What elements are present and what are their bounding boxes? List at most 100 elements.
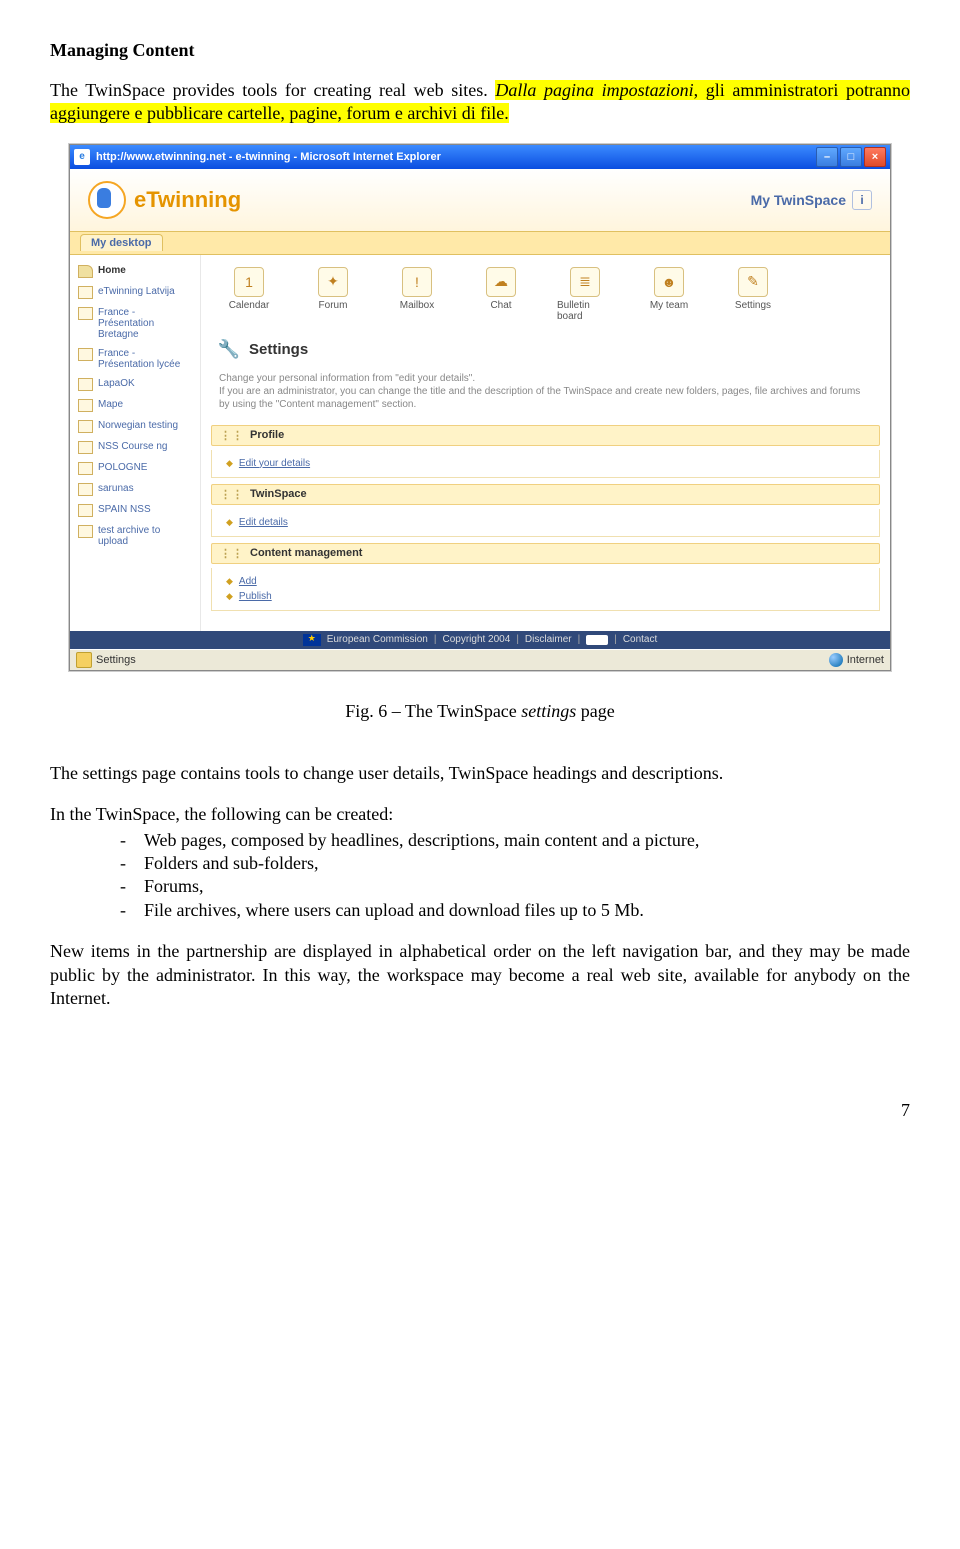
sidebar-item-label: Mape	[98, 399, 123, 410]
caption-prefix: Fig. 6 – The TwinSpace	[345, 701, 521, 721]
section-profile: ⋮⋮Profile	[211, 425, 880, 446]
link-edit-details[interactable]: ◆Edit details	[226, 515, 865, 530]
sidebar-item[interactable]: NSS Course ng	[70, 437, 200, 458]
closing-paragraph: New items in the partnership are display…	[50, 940, 910, 1010]
footer-sep: |	[516, 634, 519, 645]
page-icon	[78, 378, 93, 391]
sidebar-item[interactable]: SPAIN NSS	[70, 500, 200, 521]
sidebar-item-label: France - Présentation lycée	[98, 348, 192, 370]
section-profile-body: ◆ Edit your details	[211, 450, 880, 478]
link-label: Edit your details	[239, 458, 310, 469]
folder-icon	[78, 504, 93, 517]
caption-italic: settings	[521, 701, 576, 721]
file-icon	[78, 525, 93, 538]
desc-line1: Change your personal information from "e…	[219, 373, 475, 384]
sidebar-item[interactable]: test archive to upload	[70, 521, 200, 551]
status-left: Settings	[76, 652, 136, 668]
sidebar-item-label: Home	[98, 265, 126, 276]
sidebar: Home eTwinning Latvija France - Présenta…	[70, 255, 201, 631]
tool-label: Chat	[490, 300, 511, 311]
sidebar-item[interactable]: sarunas	[70, 479, 200, 500]
tool-label: My team	[650, 300, 688, 311]
bullet-item: - Forums,	[120, 875, 910, 898]
sidebar-item-label: test archive to upload	[98, 525, 192, 547]
sidebar-item-label: eTwinning Latvija	[98, 286, 175, 297]
page-number: 7	[50, 1100, 910, 1121]
tool-label: Mailbox	[400, 300, 434, 311]
team-icon: ☻	[654, 267, 684, 297]
tool-calendar[interactable]: 1Calendar	[221, 267, 277, 322]
sidebar-item[interactable]: Mape	[70, 395, 200, 416]
sidebar-item[interactable]: LapaOK	[70, 374, 200, 395]
section-twinspace-body: ◆Edit details	[211, 509, 880, 537]
tool-bulletin-board[interactable]: ≣Bulletin board	[557, 267, 613, 322]
status-zone: Internet	[847, 654, 884, 666]
tool-mailbox[interactable]: ! Mailbox	[389, 267, 445, 322]
sidebar-item[interactable]: POLOGNE	[70, 458, 200, 479]
footer-disclaimer[interactable]: Disclaimer	[525, 634, 572, 645]
bullet-item: - Folders and sub-folders,	[120, 852, 910, 875]
folder-icon	[78, 348, 93, 361]
tool-settings[interactable]: ✎Settings	[725, 267, 781, 322]
folder-icon	[78, 441, 93, 454]
info-icon: i	[852, 190, 872, 210]
sidebar-item-label: SPAIN NSS	[98, 504, 151, 515]
page-footer: European Commission | Copyright 2004 | D…	[70, 631, 890, 649]
tab-my-desktop[interactable]: My desktop	[80, 234, 163, 251]
close-button[interactable]: ×	[864, 147, 886, 167]
banner: eTwinning My TwinSpace i	[70, 169, 890, 232]
tool-chat[interactable]: ☁ Chat	[473, 267, 529, 322]
sidebar-item-label: sarunas	[98, 483, 134, 494]
link-add[interactable]: ◆Add	[226, 574, 865, 589]
main-area: Home eTwinning Latvija France - Présenta…	[70, 255, 890, 631]
section-title: Content management	[250, 547, 362, 559]
maximize-button[interactable]: □	[840, 147, 862, 167]
folder-icon	[78, 399, 93, 412]
footer-logo-icon	[586, 635, 608, 645]
link-label: Add	[239, 576, 257, 587]
window-buttons: – □ ×	[816, 147, 886, 167]
link-label: Edit details	[239, 517, 288, 528]
bullet-icon: ◆	[226, 458, 233, 469]
sidebar-item[interactable]: France - Présentation Bretagne	[70, 303, 200, 344]
drag-handle-icon: ⋮⋮	[220, 488, 244, 501]
tool-label: Forum	[319, 300, 348, 311]
link-label: Publish	[239, 591, 272, 602]
link-edit-your-details[interactable]: ◆ Edit your details	[226, 456, 865, 471]
settings-tool-icon: ✎	[738, 267, 768, 297]
my-twinspace-link[interactable]: My TwinSpace i	[751, 190, 872, 210]
footer-copyright: Copyright 2004	[442, 634, 510, 645]
link-publish[interactable]: ◆Publish	[226, 589, 865, 604]
chat-tool-icon: ☁	[486, 267, 516, 297]
folder-icon	[78, 307, 93, 320]
footer-sep: |	[578, 634, 581, 645]
footer-ec: European Commission	[327, 634, 428, 645]
para1-text-a: The TwinSpace provides tools for creatin…	[50, 80, 495, 100]
bullet-text: Forums,	[144, 876, 204, 896]
sidebar-item-home[interactable]: Home	[70, 261, 200, 282]
settings-heading: 🔧 Settings	[211, 332, 880, 372]
sidebar-item[interactable]: eTwinning Latvija	[70, 282, 200, 303]
sidebar-item[interactable]: Norwegian testing	[70, 416, 200, 437]
tool-my-team[interactable]: ☻ My team	[641, 267, 697, 322]
home-icon	[78, 265, 93, 278]
sidebar-item[interactable]: France - Présentation lycée	[70, 344, 200, 374]
mailbox-icon: !	[402, 267, 432, 297]
tool-forum[interactable]: ✦Forum	[305, 267, 361, 322]
section-title: TwinSpace	[250, 488, 307, 500]
footer-sep: |	[434, 634, 437, 645]
footer-contact[interactable]: Contact	[623, 634, 657, 645]
minimize-button[interactable]: –	[816, 147, 838, 167]
figure-caption: Fig. 6 – The TwinSpace settings page	[50, 701, 910, 722]
my-twinspace-label: My TwinSpace	[751, 192, 846, 208]
section-content-management: ⋮⋮Content management	[211, 543, 880, 564]
section-title: Profile	[250, 429, 284, 441]
tool-row: 1Calendar ✦Forum ! Mailbox ☁ Chat ≣Bulleti…	[211, 263, 880, 332]
sidebar-item-label: Norwegian testing	[98, 420, 178, 431]
top-tabs-bar: My desktop	[70, 232, 890, 255]
status-text: Settings	[96, 654, 136, 666]
logo-icon	[88, 181, 126, 219]
bullet-item: - Web pages, composed by headlines, desc…	[120, 829, 910, 852]
desc-line2: If you are an administrator, you can cha…	[219, 386, 860, 410]
logo-text: eTwinning	[134, 187, 241, 213]
